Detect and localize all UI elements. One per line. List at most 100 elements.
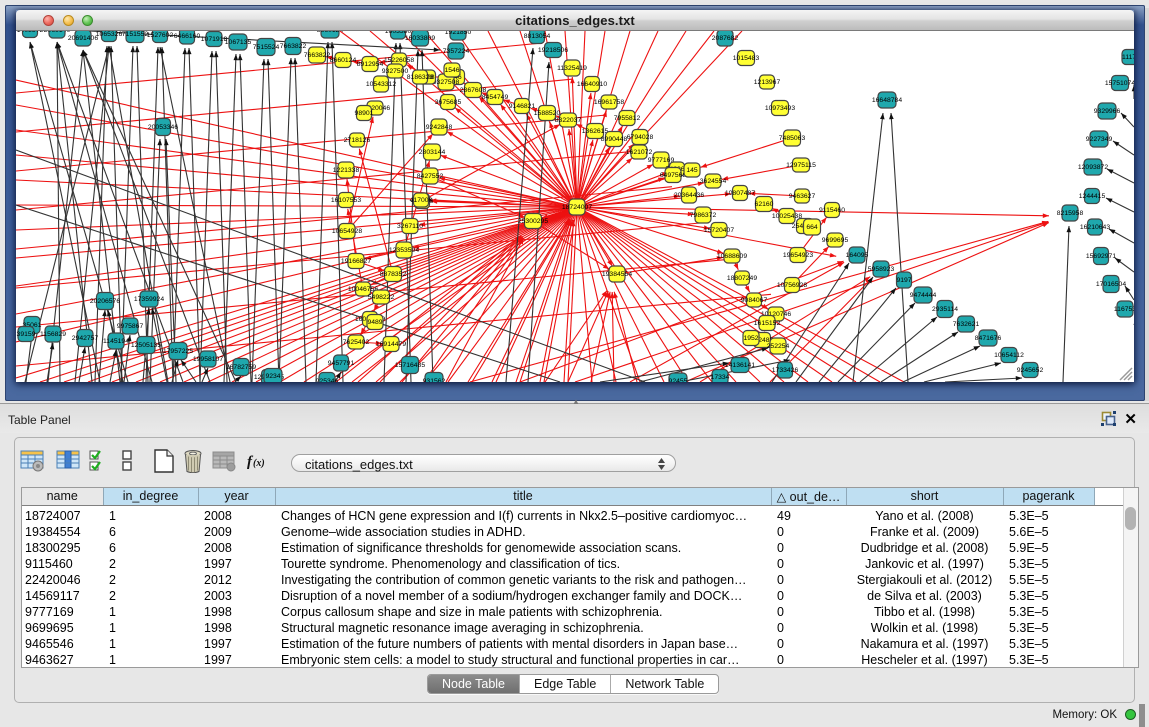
svg-text:11325419: 11325419 bbox=[557, 65, 587, 72]
svg-text:19958107: 19958107 bbox=[193, 356, 223, 363]
svg-text:925346: 925346 bbox=[316, 378, 339, 382]
svg-text:12093872: 12093872 bbox=[1078, 164, 1108, 171]
svg-text:9463627: 9463627 bbox=[789, 193, 816, 200]
svg-text:5958923: 5958923 bbox=[868, 266, 895, 273]
svg-text:19654923: 19654923 bbox=[783, 252, 813, 259]
svg-text:15720407: 15720407 bbox=[704, 227, 734, 234]
svg-text:6794028: 6794028 bbox=[627, 134, 654, 141]
svg-text:20053346: 20053346 bbox=[148, 124, 178, 131]
svg-text:9457791: 9457791 bbox=[328, 360, 355, 367]
svg-text:8322037: 8322037 bbox=[555, 117, 582, 124]
svg-text:1546: 1546 bbox=[444, 67, 459, 74]
svg-text:1621072: 1621072 bbox=[626, 149, 653, 156]
svg-text:10654112: 10654112 bbox=[994, 352, 1024, 359]
svg-text:17334: 17334 bbox=[711, 374, 730, 381]
svg-text:7515524: 7515524 bbox=[253, 44, 280, 51]
svg-text:16648784: 16648784 bbox=[872, 97, 902, 104]
svg-text:(x): (x) bbox=[253, 458, 265, 469]
svg-text:1733426: 1733426 bbox=[772, 367, 799, 374]
svg-text:2087682: 2087682 bbox=[712, 35, 739, 42]
svg-text:9146821: 9146821 bbox=[509, 103, 536, 110]
svg-text:8215958: 8215958 bbox=[1057, 210, 1084, 217]
svg-text:8813054: 8813054 bbox=[524, 33, 551, 40]
svg-text:9115460: 9115460 bbox=[819, 207, 845, 214]
svg-text:17016504: 17016504 bbox=[1096, 281, 1126, 288]
svg-text:16033809: 16033809 bbox=[405, 35, 435, 42]
svg-text:18724007: 18724007 bbox=[562, 204, 592, 211]
svg-text:12353594: 12353594 bbox=[389, 247, 419, 254]
svg-text:8660124: 8660124 bbox=[330, 57, 357, 64]
svg-text:10807487: 10807487 bbox=[725, 190, 755, 197]
svg-text:20206576: 20206576 bbox=[90, 298, 120, 305]
svg-text:9327508: 9327508 bbox=[433, 79, 460, 86]
svg-text:1065326: 1065326 bbox=[96, 31, 123, 38]
svg-text:8454749: 8454749 bbox=[482, 94, 509, 101]
svg-text:9329966: 9329966 bbox=[1094, 108, 1121, 115]
svg-text:1921850: 1921850 bbox=[445, 31, 472, 36]
svg-text:8471676: 8471676 bbox=[975, 335, 1002, 342]
svg-text:9084067: 9084067 bbox=[741, 297, 768, 304]
svg-text:9234: 9234 bbox=[265, 373, 280, 380]
svg-text:6497568: 6497568 bbox=[660, 172, 687, 179]
svg-text:10756928: 10756928 bbox=[777, 282, 807, 289]
svg-text:1067135: 1067135 bbox=[225, 39, 252, 46]
svg-text:3624554: 3624554 bbox=[700, 178, 727, 185]
svg-text:25300295: 25300295 bbox=[518, 218, 548, 225]
svg-text:1405572: 1405572 bbox=[17, 31, 44, 34]
svg-text:1952: 1952 bbox=[743, 335, 758, 342]
svg-text:17359924: 17359924 bbox=[134, 296, 164, 303]
svg-text:62160: 62160 bbox=[755, 201, 774, 208]
svg-text:16782759: 16782759 bbox=[226, 364, 256, 371]
svg-text:12975115: 12975115 bbox=[786, 162, 816, 169]
svg-text:1527602: 1527602 bbox=[147, 32, 174, 39]
svg-text:8912954: 8912954 bbox=[357, 61, 384, 68]
svg-text:9197: 9197 bbox=[896, 277, 911, 284]
svg-text:2803144: 2803144 bbox=[419, 149, 446, 156]
svg-text:14136141: 14136141 bbox=[725, 362, 755, 369]
svg-text:39159: 39159 bbox=[17, 331, 36, 338]
svg-text:2867608: 2867608 bbox=[460, 87, 487, 94]
svg-text:1156829: 1156829 bbox=[40, 331, 66, 338]
svg-text:9489: 9489 bbox=[367, 319, 382, 326]
svg-text:20364436: 20364436 bbox=[674, 192, 704, 199]
svg-text:1213967: 1213967 bbox=[754, 79, 781, 86]
svg-text:15716485: 15716485 bbox=[395, 362, 425, 369]
svg-text:98901: 98901 bbox=[355, 110, 374, 117]
svg-text:7663822: 7663822 bbox=[304, 52, 331, 59]
svg-text:1615152: 1615152 bbox=[754, 320, 781, 327]
svg-text:15692971: 15692971 bbox=[1086, 253, 1116, 260]
svg-text:9227349: 9227349 bbox=[1086, 136, 1113, 143]
svg-text:15751074: 15751074 bbox=[1105, 80, 1134, 87]
svg-text:8990448: 8990448 bbox=[601, 136, 628, 143]
svg-text:7485063: 7485063 bbox=[779, 135, 806, 142]
svg-text:9242848: 9242848 bbox=[426, 124, 453, 131]
svg-text:664: 664 bbox=[806, 224, 818, 231]
svg-text:9327500: 9327500 bbox=[382, 68, 409, 75]
svg-text:10654928: 10654928 bbox=[332, 228, 362, 235]
svg-text:16640910: 16640910 bbox=[577, 81, 607, 88]
svg-text:10543312: 10543312 bbox=[366, 81, 396, 88]
svg-text:16107553: 16107553 bbox=[331, 197, 361, 204]
svg-text:18807249: 18807249 bbox=[727, 275, 757, 282]
svg-text:7663822: 7663822 bbox=[280, 43, 307, 50]
svg-text:1362615: 1362615 bbox=[582, 128, 609, 135]
svg-text:116753: 116753 bbox=[1114, 306, 1134, 313]
svg-text:164095: 164095 bbox=[846, 252, 869, 259]
svg-text:2942757: 2942757 bbox=[72, 335, 99, 342]
svg-text:92455: 92455 bbox=[669, 378, 688, 382]
svg-text:3267110: 3267110 bbox=[397, 223, 423, 230]
svg-text:9699695: 9699695 bbox=[822, 237, 849, 244]
svg-text:1071918: 1071918 bbox=[201, 36, 228, 43]
svg-text:8660124: 8660124 bbox=[317, 31, 344, 34]
svg-text:6466160: 6466160 bbox=[174, 33, 201, 40]
svg-text:10688609: 10688609 bbox=[717, 253, 747, 260]
svg-text:16210643: 16210643 bbox=[1080, 224, 1110, 231]
svg-text:10973493: 10973493 bbox=[765, 105, 795, 112]
svg-text:15226058: 15226058 bbox=[384, 57, 414, 64]
svg-text:17957225: 17957225 bbox=[163, 348, 193, 355]
svg-text:16961758: 16961758 bbox=[594, 99, 624, 106]
svg-text:1015483: 1015483 bbox=[733, 55, 760, 62]
svg-text:931562: 931562 bbox=[423, 378, 446, 382]
svg-text:8427552: 8427552 bbox=[417, 173, 444, 180]
svg-text:20691406: 20691406 bbox=[68, 35, 98, 42]
